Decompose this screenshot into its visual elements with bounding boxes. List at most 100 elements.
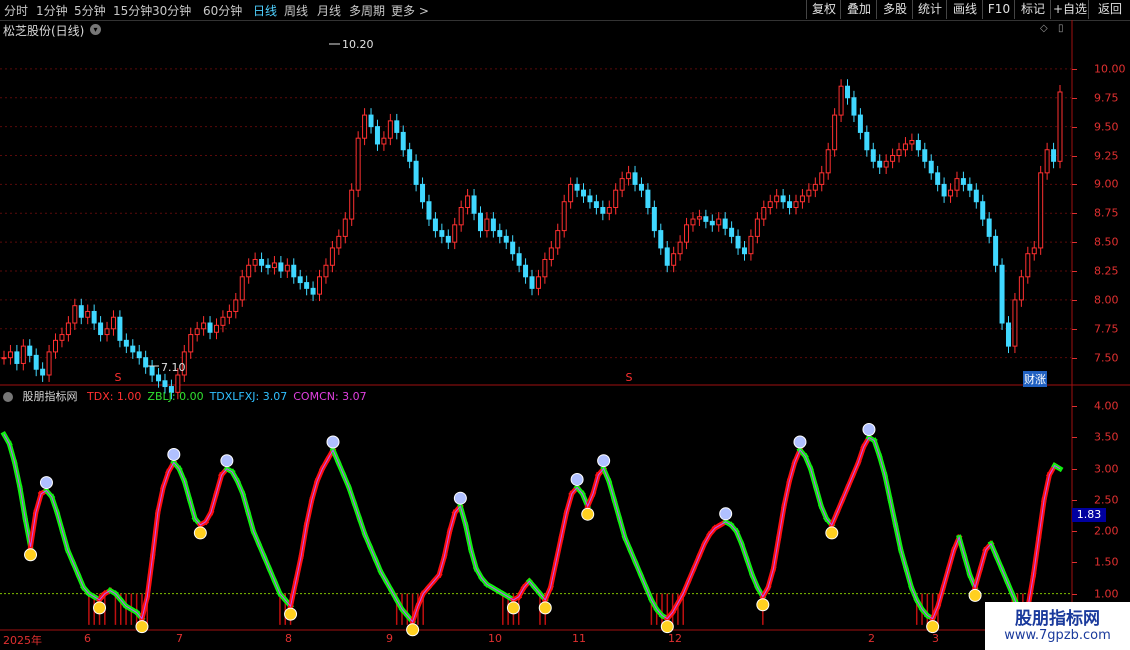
period-tab-10[interactable]: 更多 >: [391, 2, 429, 19]
indicator-segment: [903, 565, 915, 591]
candle-body: [201, 322, 207, 330]
indicator-segment: [765, 565, 777, 591]
indicator-segment: [457, 503, 469, 529]
indicator-segment: [998, 565, 1011, 585]
indicator-segment: [536, 590, 549, 604]
candle-body: [20, 345, 26, 364]
financial-badge[interactable]: 财涨: [1023, 371, 1047, 387]
candle-body: [645, 189, 651, 208]
indicator-segment: [865, 434, 878, 445]
period-tab-8[interactable]: 月线: [317, 2, 341, 19]
candle-body: [1005, 322, 1011, 347]
period-tab-4[interactable]: 30分钟: [152, 2, 191, 19]
indicator-segment: [345, 484, 358, 507]
candle-body: [265, 264, 271, 269]
indicator-segment: [186, 496, 199, 522]
candle-body: [1057, 91, 1063, 162]
indicator-segment: [833, 496, 846, 516]
indicator-segment: [663, 608, 677, 623]
candle-body: [561, 201, 567, 232]
month-label: 12: [668, 632, 682, 645]
indicator-segment: [393, 596, 406, 613]
period-tab-2[interactable]: 5分钟: [74, 2, 106, 19]
period-tab-0[interactable]: 分时: [4, 2, 28, 19]
indicator-value-3: COMCN: 3.07: [293, 390, 367, 403]
candle-body: [696, 216, 702, 220]
month-label: 6: [84, 632, 91, 645]
month-label: 11: [572, 632, 586, 645]
indicator-segment: [335, 459, 347, 479]
candle-body: [845, 85, 851, 99]
indicator-segment: [95, 590, 109, 604]
candle-body: [143, 357, 149, 368]
period-tab-7[interactable]: 周线: [284, 2, 308, 19]
candle-body: [883, 160, 889, 168]
indicator-tick-mark: [1072, 593, 1077, 595]
toolbar-button-7[interactable]: +自选: [1050, 0, 1089, 19]
indicator-segment: [738, 540, 751, 563]
indicator-segment: [541, 584, 554, 604]
indicator-segment: [234, 477, 247, 497]
candle-body: [40, 368, 46, 376]
indicator-segment: [377, 568, 390, 585]
indicator-segment: [144, 553, 156, 600]
candle-body: [452, 224, 458, 243]
toolbar-button-2[interactable]: 多股: [876, 0, 913, 19]
chevron-down-icon[interactable]: ▾: [90, 24, 101, 35]
candle-body: [1038, 172, 1044, 249]
indicator-segment: [308, 478, 321, 504]
indicator-segment: [934, 584, 947, 610]
period-tab-5[interactable]: 60分钟: [203, 2, 242, 19]
period-tab-3[interactable]: 15分钟: [113, 2, 152, 19]
sad-face-icon: [719, 507, 733, 521]
price-tick-label: 9.50: [1094, 120, 1119, 134]
candle-body: [226, 310, 232, 318]
indicator-segment: [80, 583, 93, 598]
period-tab-1[interactable]: 1分钟: [36, 2, 68, 19]
sad-face-icon: [570, 472, 584, 486]
indicator-segment: [372, 556, 385, 576]
year-label: 2025年: [3, 634, 42, 647]
indicator-segment: [191, 515, 204, 529]
candle-body: [864, 131, 870, 151]
watermark-title: 股朋指标网: [1015, 609, 1100, 629]
diamond-icon[interactable]: ◇: [1040, 23, 1048, 34]
toolbar-button-5[interactable]: F10: [982, 0, 1015, 19]
candle-body: [890, 155, 896, 162]
candle-body: [870, 149, 876, 162]
indicator-menu-icon[interactable]: [3, 392, 13, 402]
period-toolbar: 分时 1分钟 5分钟 15分钟 30分钟 60分钟 日线 周线 月线 多周期 更多 > 复权 叠加 多股统…: [0, 0, 1130, 21]
smile-face-icon: [581, 507, 595, 521]
indicator-segment: [748, 571, 761, 591]
toolbar-button-8[interactable]: 返回: [1088, 0, 1130, 19]
toolbar-button-1[interactable]: 叠加: [840, 0, 877, 19]
period-tab-9[interactable]: 多周期: [349, 2, 385, 19]
toolbar-button-4[interactable]: 画线: [946, 0, 983, 19]
candle-body: [497, 230, 503, 237]
candle-body: [329, 247, 335, 266]
indicator-segment: [430, 571, 443, 585]
candle-body: [297, 276, 303, 284]
indicator-tick-label: 4.00: [1094, 399, 1119, 413]
indicator-segment: [871, 437, 883, 460]
indicator-segment: [993, 552, 1005, 572]
indicator-segment: [245, 509, 257, 535]
candle-body: [233, 299, 239, 312]
toolbar-button-6[interactable]: 标记: [1014, 0, 1051, 19]
toolbar-button-0[interactable]: 复权: [806, 0, 841, 19]
candle-body: [902, 143, 908, 151]
window-toggle-icon[interactable]: ▯: [1058, 23, 1064, 34]
indicator-segment: [127, 605, 141, 616]
smile-face-icon: [968, 588, 982, 602]
toolbar-button-3[interactable]: 统计: [912, 0, 947, 19]
price-tick-label: 9.25: [1094, 149, 1119, 163]
sad-face-icon: [326, 435, 340, 449]
candle-body: [960, 178, 966, 185]
price-tick-label: 7.50: [1094, 351, 1119, 365]
indicator-segment: [658, 612, 671, 623]
period-tab-6[interactable]: 日线: [253, 2, 277, 19]
indicator-segment: [563, 490, 575, 516]
indicator-segment: [42, 487, 56, 501]
candle-body: [709, 220, 715, 226]
candle-body: [130, 345, 136, 353]
